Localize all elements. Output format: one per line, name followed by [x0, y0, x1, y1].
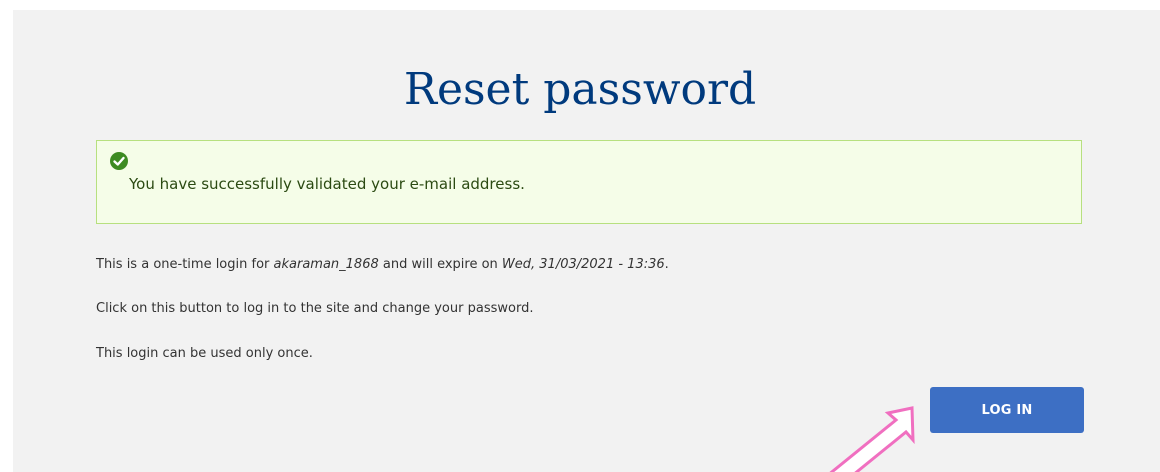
success-message: You have successfully validated your e-m…	[129, 175, 525, 193]
info-middle: and will expire on	[378, 257, 502, 272]
login-instruction: Click on this button to log in to the si…	[96, 301, 534, 316]
check-circle-icon	[110, 152, 128, 170]
info-suffix: .	[664, 257, 669, 272]
arrow-pointer-icon	[829, 406, 915, 472]
username: akaraman_1868	[273, 257, 379, 272]
success-alert: You have successfully validated your e-m…	[96, 140, 1082, 224]
expiry-date: Wed, 31/03/2021 - 13:36	[501, 257, 665, 272]
one-time-login-info: This is a one-time login for akaraman_18…	[96, 256, 669, 274]
info-prefix: This is a one-time login for	[96, 257, 274, 272]
single-use-notice: This login can be used only once.	[96, 346, 313, 361]
log-in-button[interactable]: LOG IN	[930, 387, 1084, 433]
page-title: Reset password	[403, 64, 757, 115]
